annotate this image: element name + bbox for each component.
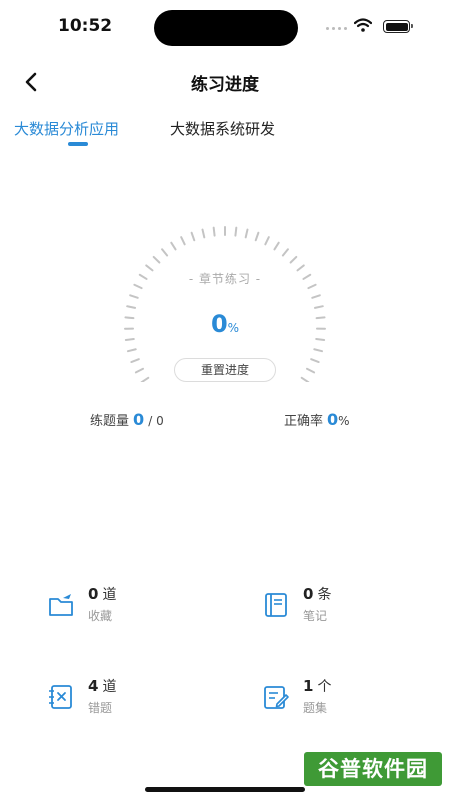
question-set-count: 1 bbox=[303, 677, 314, 695]
question-set-unit: 个 bbox=[317, 679, 332, 695]
gauge-tick bbox=[315, 338, 326, 342]
dynamic-island bbox=[154, 10, 298, 46]
nav-bar: 练习进度 bbox=[0, 58, 450, 106]
practice-count-value: 0 bbox=[133, 410, 145, 429]
favorites-folder-icon bbox=[49, 594, 73, 616]
gauge-tick bbox=[313, 305, 324, 309]
gauge-tick bbox=[311, 294, 321, 299]
gauge-tick bbox=[305, 367, 316, 374]
notes-label: 笔记 bbox=[303, 609, 328, 623]
gauge-tick bbox=[289, 255, 298, 264]
practice-count-total: / 0 bbox=[148, 414, 164, 428]
battery-icon bbox=[383, 20, 413, 33]
notes-card[interactable]: 0条 笔记 bbox=[261, 576, 441, 646]
reset-progress-button[interactable]: 重置进度 bbox=[174, 358, 276, 382]
gauge-tick bbox=[313, 348, 324, 353]
wrong-questions-card[interactable]: 4道 错题 bbox=[46, 668, 226, 738]
gauge-tick bbox=[134, 367, 145, 374]
gauge-tick bbox=[273, 241, 280, 251]
status-time: 10:52 bbox=[58, 16, 113, 36]
gauge-tick bbox=[124, 338, 135, 342]
tab-big-data-system-dev[interactable]: 大数据系统研发 bbox=[170, 118, 275, 139]
gauge-tick bbox=[129, 294, 139, 299]
gauge-tick bbox=[140, 376, 150, 382]
wifi-icon bbox=[354, 18, 372, 32]
wrong-questions-label: 错题 bbox=[88, 701, 113, 715]
page-title: 练习进度 bbox=[191, 75, 259, 95]
tab-active-indicator bbox=[68, 142, 88, 146]
favorites-card[interactable]: 0道 收藏 bbox=[46, 576, 226, 646]
gauge-tick bbox=[244, 228, 249, 239]
gauge-tick bbox=[264, 236, 270, 246]
progress-percent-unit: % bbox=[227, 321, 240, 335]
wrong-questions-count: 4 bbox=[88, 677, 99, 695]
gauge-tick bbox=[310, 358, 320, 364]
wrong-questions-icon bbox=[49, 685, 72, 709]
gauge-tick bbox=[152, 255, 161, 264]
practice-count-label: 练题量 bbox=[90, 414, 130, 429]
question-set-edit-icon bbox=[264, 686, 289, 709]
accuracy-unit: % bbox=[338, 414, 350, 428]
gauge-tick bbox=[170, 241, 177, 251]
subject-tabs: 大数据分析应用 大数据系统研发 bbox=[0, 112, 450, 152]
home-indicator bbox=[145, 787, 305, 792]
notes-count: 0 bbox=[303, 585, 314, 603]
gauge-tick bbox=[212, 226, 216, 237]
gauge-tick bbox=[234, 226, 238, 237]
tab-big-data-analysis[interactable]: 大数据分析应用 bbox=[14, 118, 119, 139]
practice-count-stat: 练题量 0 / 0 bbox=[90, 410, 164, 429]
gauge-tick bbox=[254, 231, 260, 242]
question-set-card[interactable]: 1个 题集 bbox=[261, 668, 441, 738]
gauge-tick bbox=[300, 376, 310, 382]
accuracy-stat: 正确率 0% bbox=[284, 410, 350, 429]
gauge-tick bbox=[201, 228, 206, 239]
status-bar: 10:52 bbox=[0, 0, 450, 54]
favorites-count: 0 bbox=[88, 585, 99, 603]
gauge-tick bbox=[130, 358, 140, 364]
gauge-tick bbox=[180, 236, 186, 246]
site-watermark-logo: 谷普软件园 bbox=[304, 752, 442, 786]
gauge-tick bbox=[190, 231, 196, 242]
accuracy-value: 0 bbox=[327, 410, 339, 429]
favorites-label: 收藏 bbox=[88, 609, 113, 623]
notes-unit: 条 bbox=[317, 587, 332, 603]
gauge-tick bbox=[126, 348, 137, 353]
gauge-caption: - 章节练习 - bbox=[188, 272, 262, 286]
progress-percent-value: 0 bbox=[210, 310, 228, 338]
gauge-tick bbox=[281, 248, 289, 257]
progress-percent: 0% bbox=[0, 310, 450, 338]
cellular-signal-icon bbox=[326, 27, 347, 30]
notebook-icon bbox=[265, 593, 287, 617]
favorites-unit: 道 bbox=[102, 587, 117, 603]
question-set-label: 题集 bbox=[303, 701, 328, 715]
accuracy-label: 正确率 bbox=[284, 414, 324, 429]
gauge-tick bbox=[161, 248, 169, 257]
gauge-tick bbox=[126, 305, 137, 309]
wrong-questions-unit: 道 bbox=[102, 679, 117, 695]
